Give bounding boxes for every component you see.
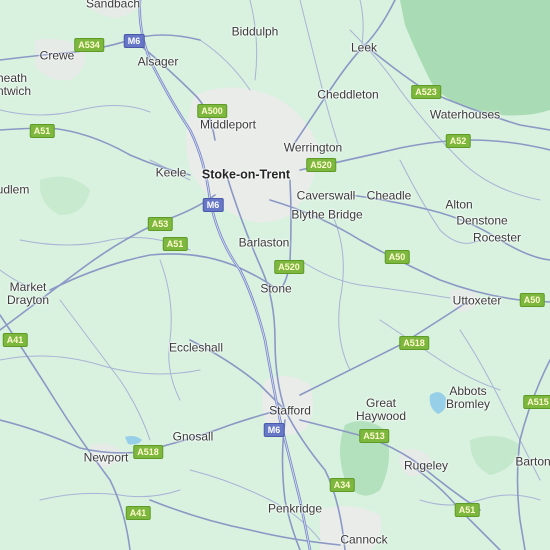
road-shield[interactable]: A518 xyxy=(399,336,429,350)
park-area-east xyxy=(470,436,520,475)
road-shield[interactable]: A50 xyxy=(519,293,545,307)
place-label[interactable]: Blythe Bridge xyxy=(291,208,362,222)
road-shield[interactable]: A41 xyxy=(125,506,151,520)
road-shield-motorway[interactable]: M6 xyxy=(123,34,145,48)
place-label[interactable]: Cheadle xyxy=(367,189,412,203)
place-label[interactable]: Stafford xyxy=(269,404,311,418)
place-label[interactable]: Gnosall xyxy=(173,430,214,444)
place-label[interactable]: heath ntwich xyxy=(0,72,31,98)
road-shield[interactable]: A520 xyxy=(274,260,304,274)
place-label[interactable]: Biddulph xyxy=(232,25,279,39)
road-shield[interactable]: A515 xyxy=(523,395,550,409)
place-label[interactable]: Denstone xyxy=(456,214,507,228)
place-label[interactable]: Penkridge xyxy=(268,502,322,516)
road-shield-motorway[interactable]: M6 xyxy=(263,423,285,437)
map-canvas[interactable]: Sandbach Crewe heath ntwich Alsager Bidd… xyxy=(0,0,550,550)
road-shield[interactable]: A534 xyxy=(74,38,104,52)
place-label[interactable]: Stone xyxy=(260,282,291,296)
road-shield[interactable]: A34 xyxy=(329,478,355,492)
park-area-west xyxy=(39,176,90,215)
road-shield[interactable]: A51 xyxy=(454,503,480,517)
road-shield[interactable]: A52 xyxy=(445,134,471,148)
map-base-layer xyxy=(0,0,550,550)
place-label[interactable]: Rocester xyxy=(473,231,521,245)
blithfield-reservoir xyxy=(429,392,447,414)
place-label[interactable]: Leek xyxy=(351,41,377,55)
road-shield[interactable]: A520 xyxy=(306,158,336,172)
place-label[interactable]: Middleport xyxy=(200,118,256,132)
place-label[interactable]: Keele xyxy=(156,166,187,180)
road-shield[interactable]: A41 xyxy=(2,333,28,347)
road-shield[interactable]: A513 xyxy=(359,429,389,443)
road-shield[interactable]: A51 xyxy=(29,124,55,138)
place-label[interactable]: Rugeley xyxy=(404,459,448,473)
road-shield[interactable]: A523 xyxy=(411,85,441,99)
road-shield[interactable]: A500 xyxy=(197,104,227,118)
place-label[interactable]: Barlaston xyxy=(239,236,290,250)
place-label[interactable]: Sandbach xyxy=(86,0,140,11)
place-label[interactable]: Waterhouses xyxy=(430,108,500,122)
place-label[interactable]: Cheddleton xyxy=(317,88,378,102)
place-label[interactable]: Eccleshall xyxy=(169,341,223,355)
place-label[interactable]: udlem xyxy=(0,183,29,197)
aqualate-mere xyxy=(125,436,142,445)
road-shield[interactable]: A53 xyxy=(147,217,173,231)
place-label[interactable]: Great Haywood xyxy=(356,397,406,423)
road-shield-motorway[interactable]: M6 xyxy=(202,198,224,212)
place-label[interactable]: Alsager xyxy=(138,55,179,69)
place-label[interactable]: Barton xyxy=(515,455,550,469)
place-label[interactable]: Uttoxeter xyxy=(453,294,502,308)
place-label[interactable]: Newport xyxy=(84,451,129,465)
place-label[interactable]: Werrington xyxy=(284,141,342,155)
place-label-city[interactable]: Stoke-on-Trent xyxy=(202,168,290,182)
place-label[interactable]: Caverswall xyxy=(297,189,356,203)
place-label[interactable]: Abbots Bromley xyxy=(446,385,490,411)
place-label[interactable]: Alton xyxy=(445,198,472,212)
road-shield[interactable]: A518 xyxy=(133,445,163,459)
road-shield[interactable]: A50 xyxy=(384,250,410,264)
place-label[interactable]: Cannock xyxy=(340,533,387,547)
road-shield[interactable]: A51 xyxy=(162,237,188,251)
place-label[interactable]: Market Drayton xyxy=(7,281,49,307)
place-label[interactable]: Crewe xyxy=(40,49,75,63)
